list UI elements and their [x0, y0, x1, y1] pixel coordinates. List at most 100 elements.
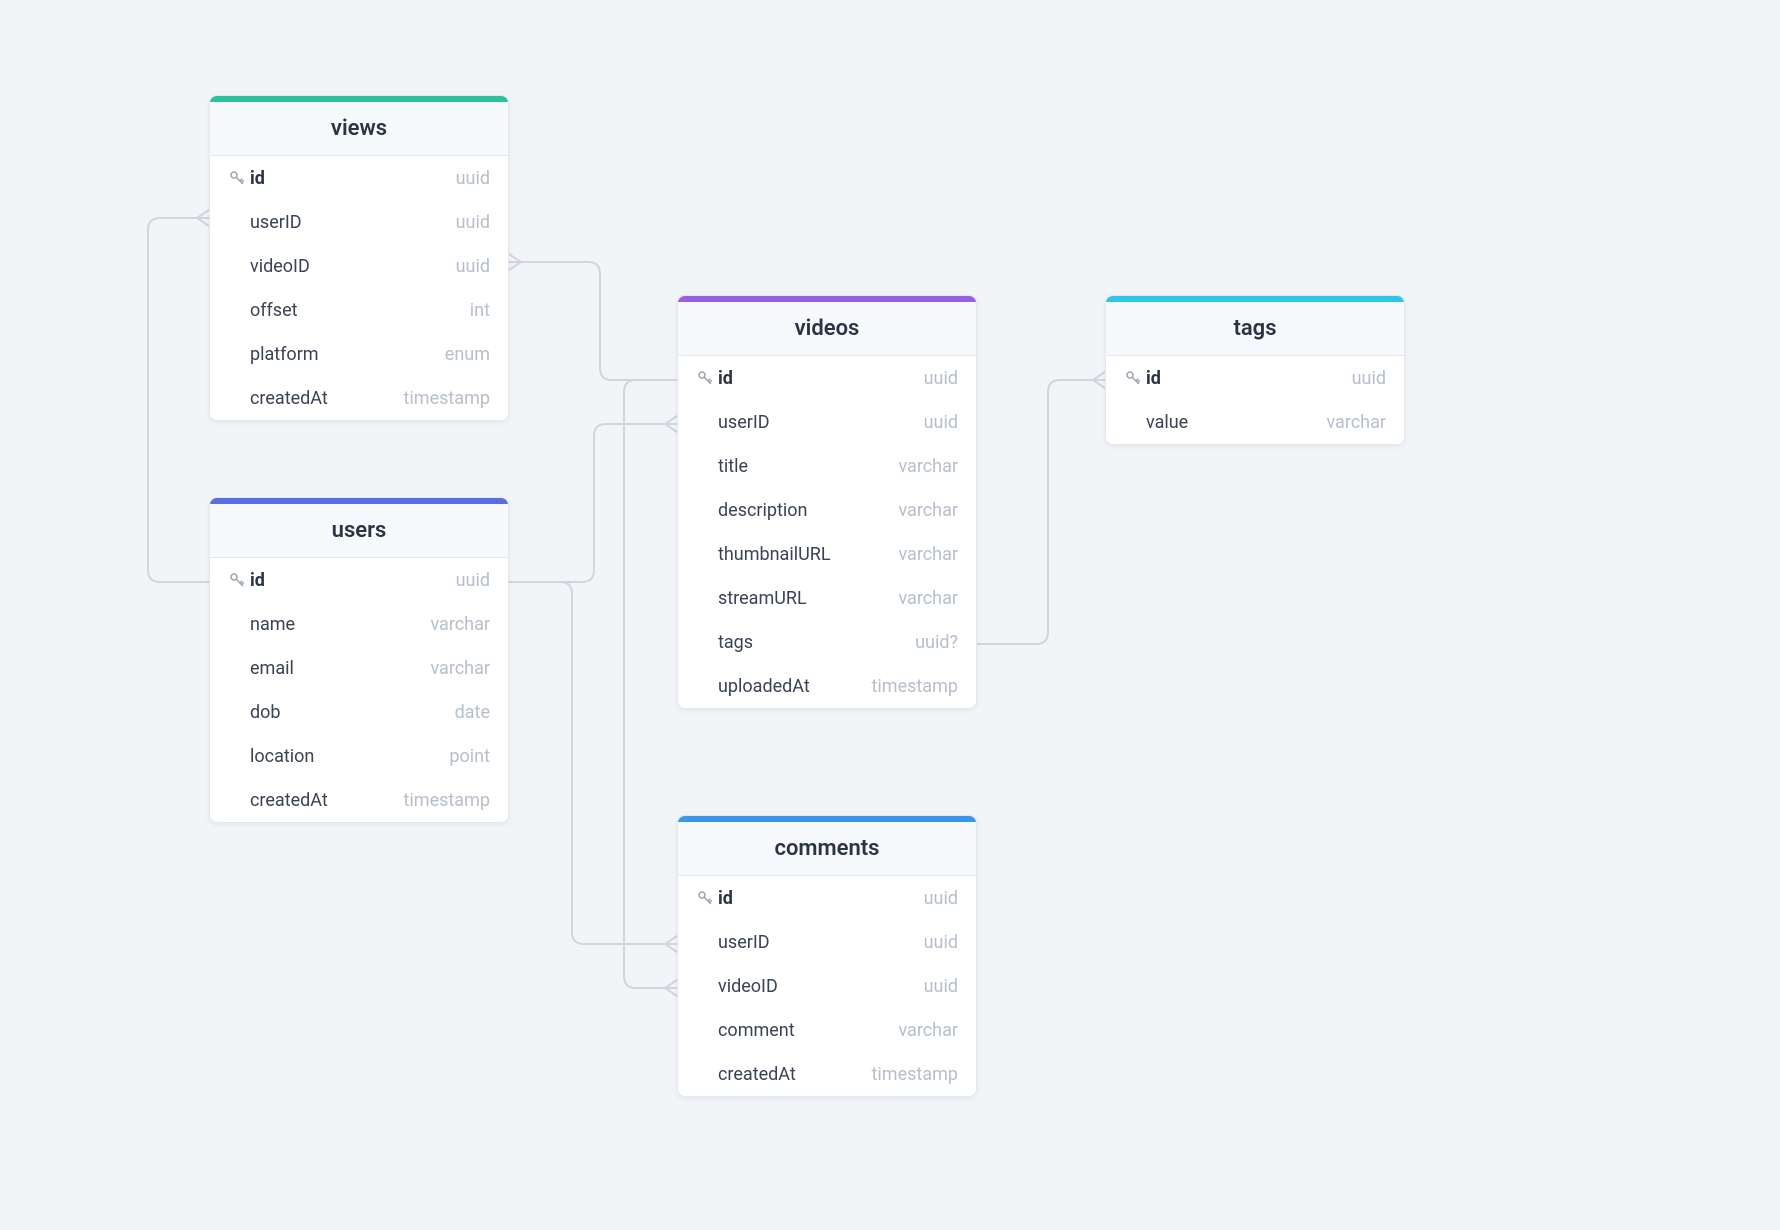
field-type: uuid — [924, 888, 958, 909]
field-row: createdAttimestamp — [210, 376, 508, 420]
field-type: varchar — [430, 658, 490, 679]
key-icon — [692, 889, 718, 907]
field-row: userIDuuid — [678, 920, 976, 964]
field-row: streamURLvarchar — [678, 576, 976, 620]
field-name: id — [250, 168, 456, 189]
entity-title: users — [210, 504, 508, 558]
entity-title: comments — [678, 822, 976, 876]
field-name: dob — [250, 702, 455, 723]
field-name: id — [250, 570, 456, 591]
field-row: platformenum — [210, 332, 508, 376]
field-name: id — [718, 368, 924, 389]
field-name: platform — [250, 344, 445, 365]
field-type: uuid? — [915, 632, 958, 653]
entity-views[interactable]: views id uuid userIDuuid videoIDuuid off… — [209, 95, 509, 421]
field-name: uploadedAt — [718, 676, 872, 697]
entity-comments[interactable]: comments id uuid userIDuuid videoIDuuid … — [677, 815, 977, 1097]
field-name: thumbnailURL — [718, 544, 898, 565]
field-type: varchar — [898, 456, 958, 477]
field-name: streamURL — [718, 588, 898, 609]
field-row: uploadedAttimestamp — [678, 664, 976, 708]
field-row: tagsuuid? — [678, 620, 976, 664]
field-type: varchar — [1326, 412, 1386, 433]
field-row: userIDuuid — [210, 200, 508, 244]
field-name: id — [718, 888, 924, 909]
field-type: enum — [445, 344, 490, 365]
field-name: tags — [718, 632, 915, 653]
field-row: id uuid — [1106, 356, 1404, 400]
field-type: varchar — [898, 1020, 958, 1041]
entity-tags[interactable]: tags id uuid valuevarchar — [1105, 295, 1405, 445]
field-row: emailvarchar — [210, 646, 508, 690]
field-type: uuid — [1352, 368, 1386, 389]
field-row: dobdate — [210, 690, 508, 734]
field-row: id uuid — [210, 558, 508, 602]
field-type: uuid — [456, 212, 490, 233]
field-row: videoIDuuid — [210, 244, 508, 288]
field-type: point — [449, 746, 490, 767]
field-name: userID — [718, 932, 924, 953]
field-type: date — [455, 702, 490, 723]
key-icon — [1120, 369, 1146, 387]
entity-users[interactable]: users id uuid namevarchar emailvarchar d… — [209, 497, 509, 823]
field-name: description — [718, 500, 898, 521]
field-type: timestamp — [872, 676, 958, 697]
field-type: timestamp — [404, 790, 490, 811]
entity-fields: id uuid userIDuuid videoIDuuid offsetint… — [210, 156, 508, 420]
field-row: descriptionvarchar — [678, 488, 976, 532]
field-row: userIDuuid — [678, 400, 976, 444]
field-type: timestamp — [872, 1064, 958, 1085]
field-type: uuid — [456, 168, 490, 189]
field-name: userID — [718, 412, 924, 433]
field-row: thumbnailURLvarchar — [678, 532, 976, 576]
field-row: id uuid — [678, 356, 976, 400]
entity-fields: id uuid userIDuuid titlevarchar descript… — [678, 356, 976, 708]
field-name: title — [718, 456, 898, 477]
field-name: createdAt — [718, 1064, 872, 1085]
field-row: createdAttimestamp — [678, 1052, 976, 1096]
entity-title: views — [210, 102, 508, 156]
entity-title: videos — [678, 302, 976, 356]
field-row: id uuid — [210, 156, 508, 200]
field-type: uuid — [456, 256, 490, 277]
field-name: createdAt — [250, 790, 404, 811]
field-type: uuid — [924, 368, 958, 389]
field-name: createdAt — [250, 388, 404, 409]
entity-fields: id uuid userIDuuid videoIDuuid commentva… — [678, 876, 976, 1096]
field-row: valuevarchar — [1106, 400, 1404, 444]
field-row: namevarchar — [210, 602, 508, 646]
field-name: id — [1146, 368, 1352, 389]
field-type: uuid — [924, 932, 958, 953]
er-diagram-canvas: views id uuid userIDuuid videoIDuuid off… — [0, 0, 1780, 1230]
field-name: userID — [250, 212, 456, 233]
field-name: value — [1146, 412, 1326, 433]
field-type: varchar — [430, 614, 490, 635]
entity-title: tags — [1106, 302, 1404, 356]
entity-fields: id uuid namevarchar emailvarchar dobdate… — [210, 558, 508, 822]
field-row: offsetint — [210, 288, 508, 332]
field-type: timestamp — [404, 388, 490, 409]
entity-videos[interactable]: videos id uuid userIDuuid titlevarchar d… — [677, 295, 977, 709]
field-row: titlevarchar — [678, 444, 976, 488]
field-name: videoID — [718, 976, 924, 997]
key-icon — [224, 571, 250, 589]
field-type: varchar — [898, 500, 958, 521]
field-row: commentvarchar — [678, 1008, 976, 1052]
field-name: videoID — [250, 256, 456, 277]
field-name: email — [250, 658, 430, 679]
field-name: name — [250, 614, 430, 635]
field-row: createdAttimestamp — [210, 778, 508, 822]
field-type: uuid — [456, 570, 490, 591]
entity-fields: id uuid valuevarchar — [1106, 356, 1404, 444]
key-icon — [224, 169, 250, 187]
field-row: locationpoint — [210, 734, 508, 778]
key-icon — [692, 369, 718, 387]
field-name: location — [250, 746, 449, 767]
field-type: uuid — [924, 976, 958, 997]
field-type: varchar — [898, 544, 958, 565]
field-row: id uuid — [678, 876, 976, 920]
field-type: uuid — [924, 412, 958, 433]
field-name: offset — [250, 300, 470, 321]
field-type: varchar — [898, 588, 958, 609]
field-type: int — [470, 300, 490, 321]
